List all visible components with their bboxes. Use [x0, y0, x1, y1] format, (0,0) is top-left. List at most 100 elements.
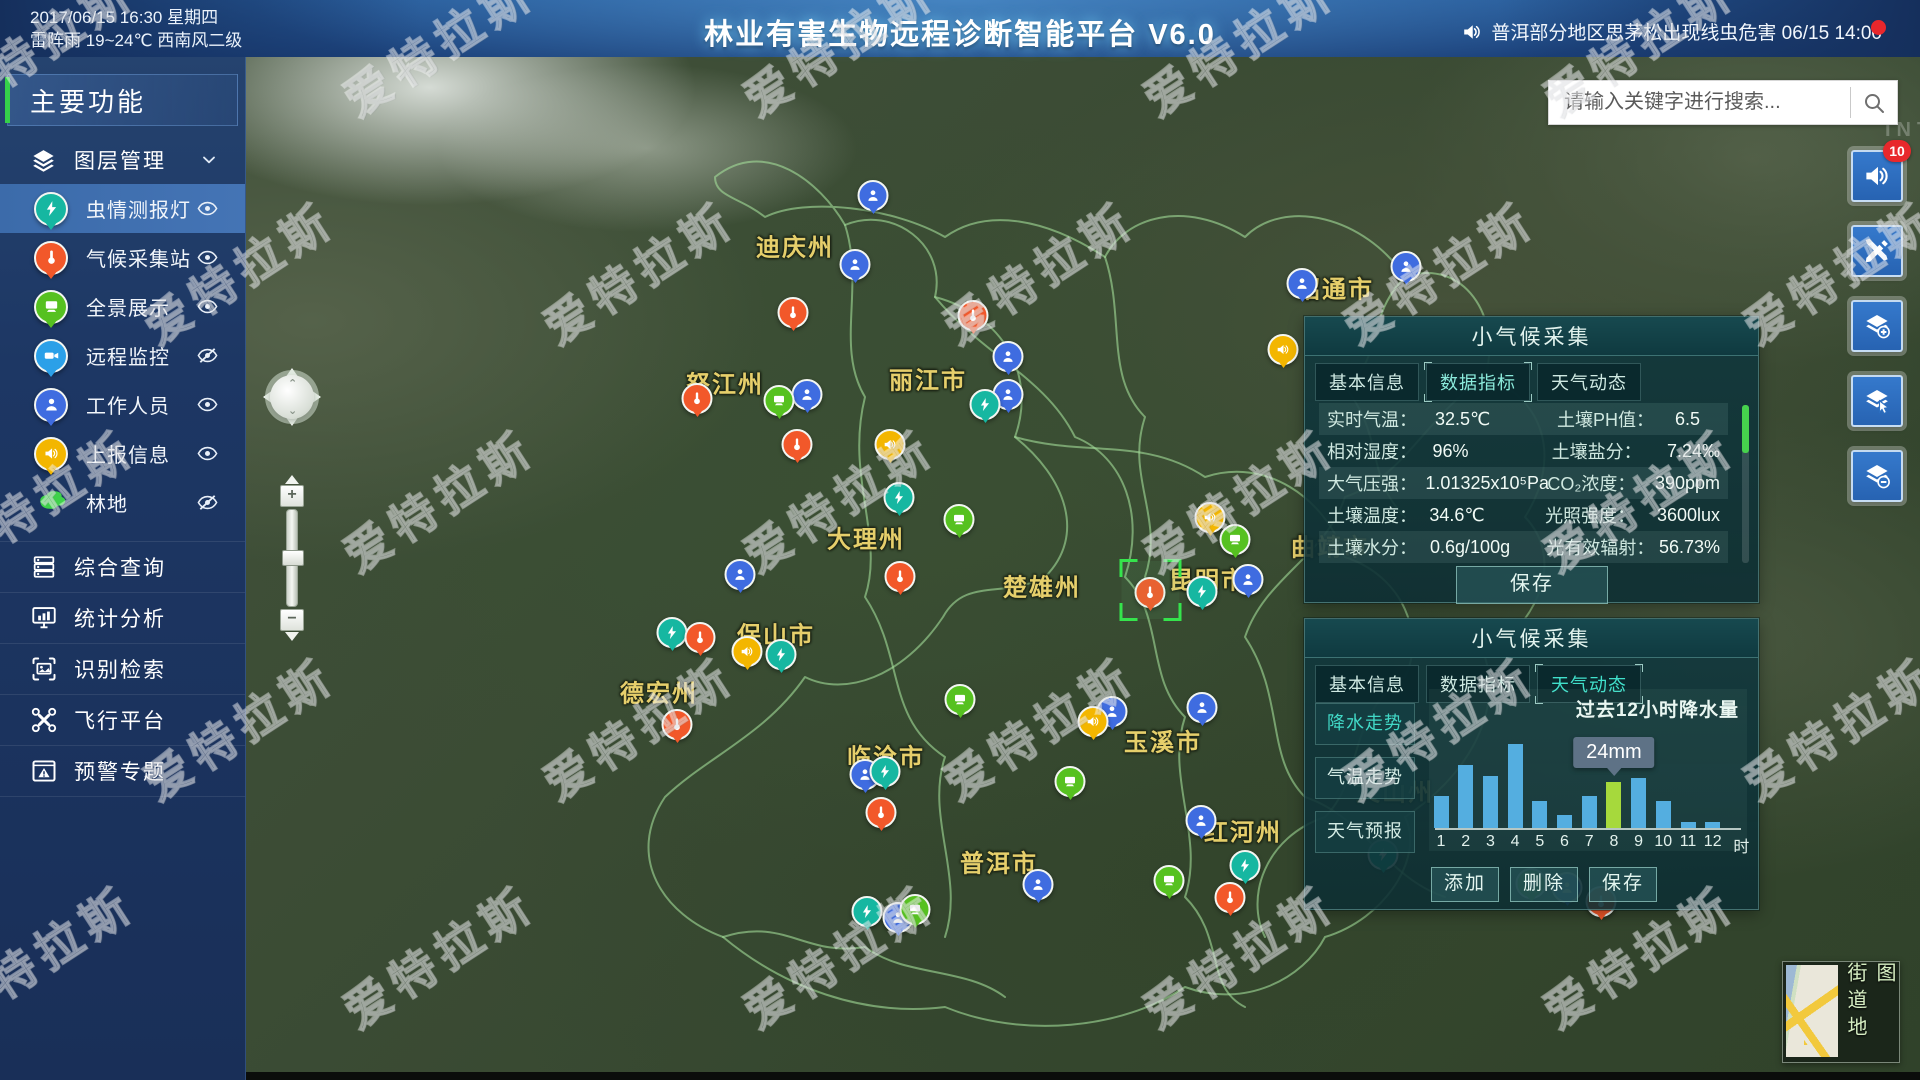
eye-icon[interactable] — [196, 442, 219, 465]
rain-bar[interactable] — [1606, 782, 1621, 828]
map-marker-staff[interactable] — [840, 249, 871, 280]
draw-measure-button[interactable] — [1851, 225, 1903, 277]
layer-remove-button[interactable] — [1851, 450, 1903, 502]
street-map-toggle[interactable]: 街道地图 — [1782, 961, 1900, 1063]
map-marker-staff[interactable] — [1187, 692, 1218, 723]
map-marker-staff[interactable] — [1391, 251, 1422, 282]
map-marker-climate[interactable] — [782, 429, 813, 460]
map-marker-staff[interactable] — [725, 559, 756, 590]
map-marker-climate[interactable] — [682, 383, 713, 414]
map-marker-staff[interactable] — [1287, 268, 1318, 299]
map-marker-panorama[interactable] — [764, 385, 795, 416]
panel-scrollbar[interactable] — [1742, 405, 1749, 563]
rain-bar[interactable] — [1458, 765, 1473, 828]
map-marker-climate[interactable] — [662, 709, 693, 740]
保存-button[interactable]: 保存 — [1589, 867, 1657, 902]
map-marker-insect[interactable] — [970, 389, 1001, 420]
sidebar-item-alert[interactable]: 预警专题 — [0, 745, 245, 796]
chart-mode-气温走势[interactable]: 气温走势 — [1315, 757, 1415, 799]
map-marker-climate[interactable] — [685, 622, 716, 653]
sidebar-layer-forest[interactable]: 林地 — [0, 478, 245, 527]
map-marker-panorama[interactable] — [1154, 865, 1185, 896]
rain-bar[interactable] — [1681, 822, 1696, 828]
scrollbar-thumb[interactable] — [1742, 405, 1749, 453]
map-marker-report[interactable] — [732, 636, 763, 667]
map-marker-panorama[interactable] — [944, 504, 975, 535]
sidebar-item-query[interactable]: 综合查询 — [0, 541, 245, 592]
eye-icon[interactable] — [196, 393, 219, 416]
map-marker-insect[interactable] — [766, 639, 797, 670]
rain-bar[interactable] — [1631, 778, 1646, 828]
map-marker-insect[interactable] — [1230, 850, 1261, 881]
sidebar-layer-insect[interactable]: 虫情测报灯 — [0, 184, 245, 233]
sidebar-layer-panorama[interactable]: 全景展示 — [0, 282, 245, 331]
map-marker-climate[interactable] — [958, 300, 989, 331]
map-marker-insect[interactable] — [1187, 576, 1218, 607]
map-marker-insect[interactable] — [870, 756, 901, 787]
eye-icon[interactable] — [196, 197, 219, 220]
sidebar-layer-monitor[interactable]: 远程监控 — [0, 331, 245, 380]
zoom-down-arrow[interactable] — [285, 632, 299, 648]
sidebar-item-stats[interactable]: 统计分析 — [0, 592, 245, 643]
search-input[interactable] — [1562, 90, 1850, 115]
map-pan-control[interactable]: ⌃ ⌄ — [263, 368, 321, 426]
eye-off-icon[interactable] — [196, 344, 219, 367]
layer-add-button[interactable] — [1851, 300, 1903, 352]
map-marker-climate[interactable] — [1135, 577, 1166, 608]
删除-button[interactable]: 删除 — [1510, 867, 1578, 902]
map-marker-staff[interactable] — [1023, 869, 1054, 900]
sidebar-layer-report[interactable]: 上报信息 — [0, 429, 245, 478]
map-marker-panorama[interactable] — [1055, 766, 1086, 797]
map-marker-staff[interactable] — [1233, 564, 1264, 595]
chart-mode-天气预报[interactable]: 天气预报 — [1315, 811, 1415, 853]
sound-alerts-button[interactable]: 10 — [1851, 150, 1903, 202]
sidebar-layer-staff[interactable]: 工作人员 — [0, 380, 245, 429]
rain-bar[interactable] — [1582, 796, 1597, 828]
map-marker-panorama[interactable] — [945, 684, 976, 715]
sidebar-group-layer-management[interactable]: 图层管理 — [0, 136, 245, 184]
sidebar-item-drone[interactable]: 飞行平台 — [0, 694, 245, 745]
map-marker-staff[interactable] — [1186, 805, 1217, 836]
tab-基本信息[interactable]: 基本信息 — [1315, 665, 1419, 703]
map-marker-report[interactable] — [1078, 706, 1109, 737]
tab-数据指标[interactable]: 数据指标 — [1426, 363, 1530, 401]
sidebar-item-scan[interactable]: 识别检索 — [0, 643, 245, 694]
map-marker-climate[interactable] — [885, 561, 916, 592]
eye-icon[interactable] — [196, 246, 219, 269]
zoom-up-arrow[interactable] — [285, 468, 299, 484]
map-marker-panorama[interactable] — [900, 894, 931, 925]
rain-bar[interactable] — [1483, 776, 1498, 828]
search-button[interactable] — [1851, 91, 1897, 115]
map-marker-staff[interactable] — [858, 180, 889, 211]
rain-bar[interactable] — [1508, 744, 1523, 828]
map-marker-staff[interactable] — [792, 379, 823, 410]
map-marker-climate[interactable] — [1215, 882, 1246, 913]
map-marker-panorama[interactable] — [1220, 524, 1251, 555]
eye-off-icon[interactable] — [196, 491, 219, 514]
map-marker-staff[interactable] — [993, 341, 1024, 372]
rain-bar[interactable] — [1557, 815, 1572, 828]
eye-icon[interactable] — [196, 295, 219, 318]
map-marker-climate[interactable] — [866, 797, 897, 828]
notice-ticker[interactable]: 普洱部分地区思茅松出现线虫危害 06/15 14:00 — [1461, 18, 1882, 45]
zoom-in-button[interactable]: + — [280, 485, 304, 507]
map-marker-report[interactable] — [875, 429, 906, 460]
map-marker-insect[interactable] — [657, 617, 688, 648]
map-marker-report[interactable] — [1268, 334, 1299, 365]
tab-天气动态[interactable]: 天气动态 — [1537, 363, 1641, 401]
rain-bar[interactable] — [1434, 796, 1449, 828]
rain-bar[interactable] — [1656, 801, 1671, 828]
sidebar-layer-climate[interactable]: 气候采集站 — [0, 233, 245, 282]
chart-mode-降水走势[interactable]: 降水走势 — [1315, 703, 1415, 745]
zoom-track[interactable] — [286, 509, 298, 607]
zoom-out-button[interactable]: − — [280, 609, 304, 631]
tab-基本信息[interactable]: 基本信息 — [1315, 363, 1419, 401]
map-marker-insect[interactable] — [884, 482, 915, 513]
map-marker-insect[interactable] — [852, 896, 883, 927]
map-marker-climate[interactable] — [778, 297, 809, 328]
rain-bar[interactable] — [1532, 801, 1547, 828]
layer-select-button[interactable] — [1851, 375, 1903, 427]
rain-bar[interactable] — [1705, 822, 1720, 828]
添加-button[interactable]: 添加 — [1431, 867, 1499, 902]
save-button[interactable]: 保存 — [1456, 566, 1608, 604]
